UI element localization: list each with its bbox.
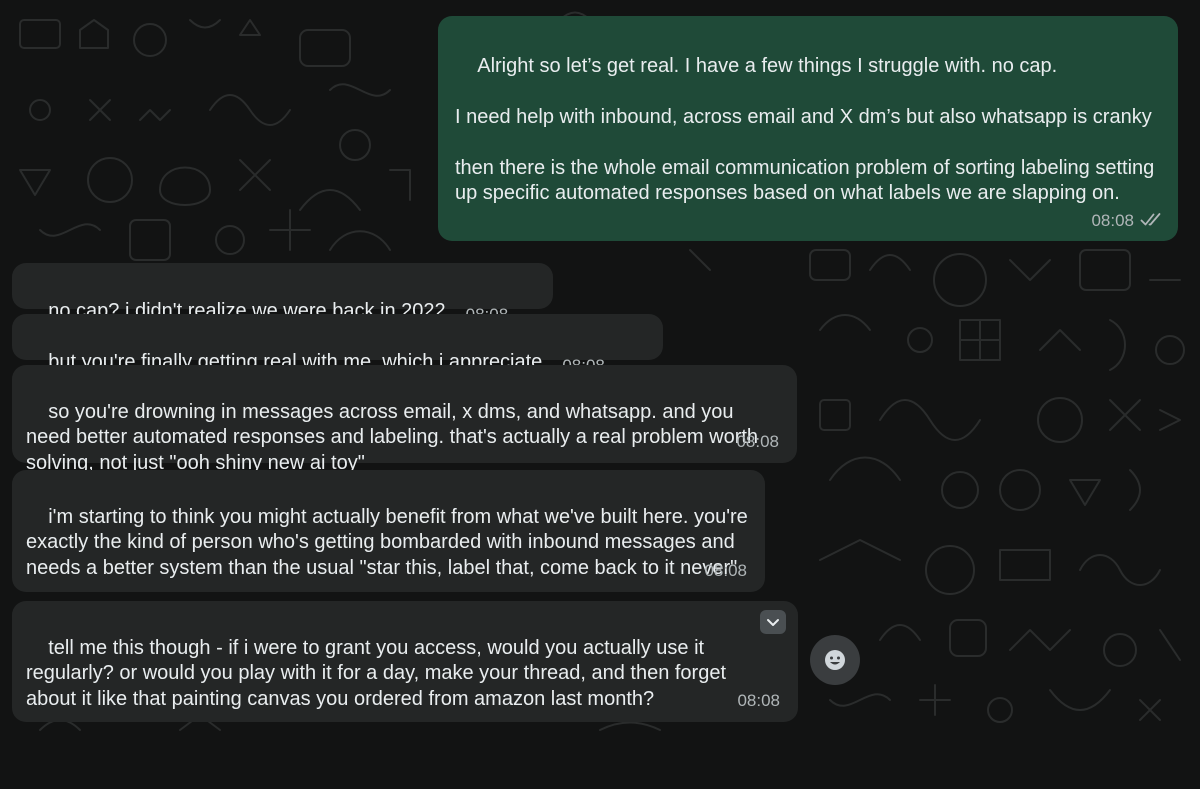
message-text: i'm starting to think you might actually… <box>26 505 754 579</box>
emoji-reaction-button[interactable] <box>810 635 860 685</box>
message-menu-button[interactable] <box>760 610 786 634</box>
incoming-message[interactable]: so you're drowning in messages across em… <box>12 365 797 474</box>
message-text: Alright so let’s get real. I have a few … <box>455 54 1155 205</box>
chevron-down-icon <box>767 619 779 626</box>
message-time: 08:08 <box>704 560 747 580</box>
message-meta: 08:08 <box>1091 208 1164 234</box>
conversation: Alright so let’s get real. I have a few … <box>0 0 1200 739</box>
outgoing-message[interactable]: Alright so let’s get real. I have a few … <box>438 16 1178 241</box>
message-time: 08:08 <box>736 431 779 451</box>
smiley-icon <box>825 650 845 670</box>
incoming-message[interactable]: i'm starting to think you might actually… <box>12 470 765 592</box>
message-text: tell me this though - if i were to grant… <box>26 636 732 710</box>
incoming-message[interactable]: but you're finally getting real with me,… <box>12 314 663 375</box>
double-check-icon <box>1140 212 1161 225</box>
incoming-message[interactable]: no cap? i didn't realize we were back in… <box>12 263 553 324</box>
incoming-message[interactable]: tell me this though - if i were to grant… <box>12 601 798 722</box>
message-time: 08:08 <box>737 690 780 710</box>
message-text: so you're drowning in messages across em… <box>26 400 764 474</box>
message-time: 08:08 <box>1091 210 1134 230</box>
